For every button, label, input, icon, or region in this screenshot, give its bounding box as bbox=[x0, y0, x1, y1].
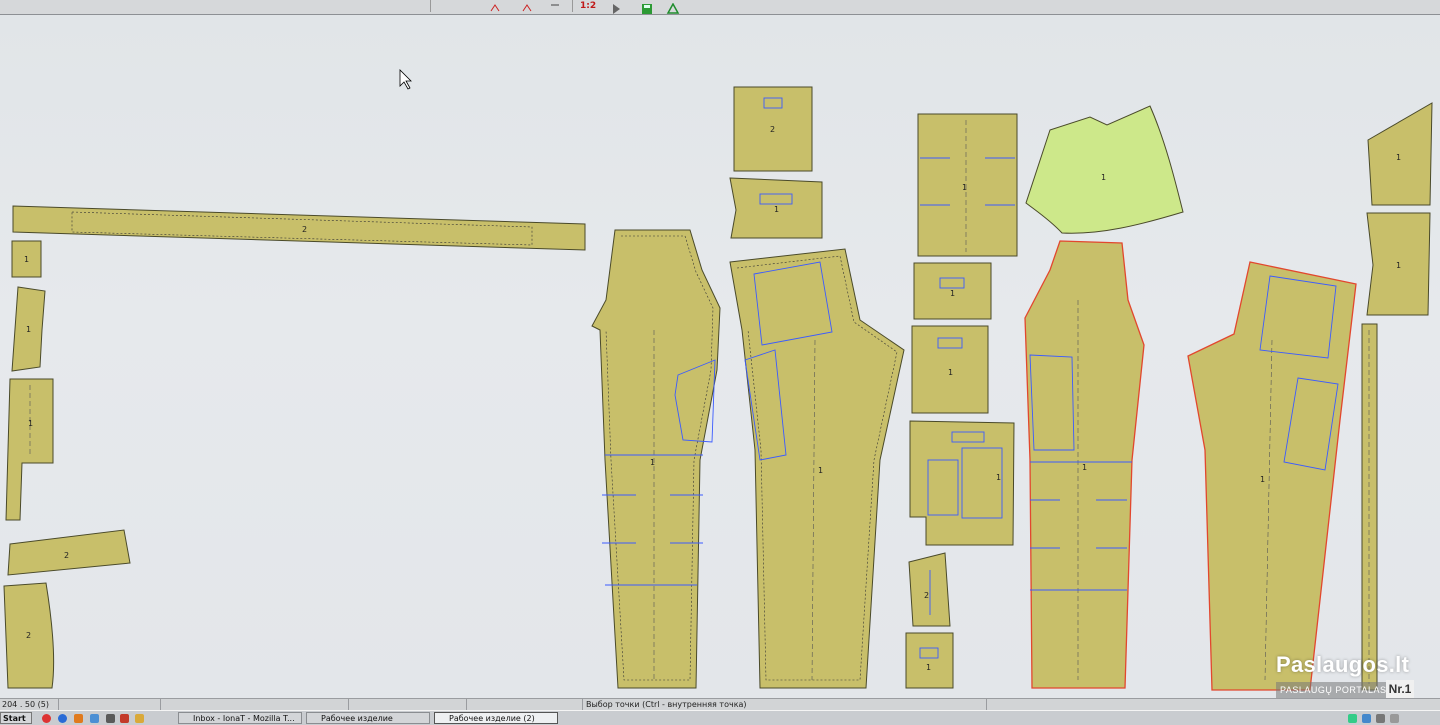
watermark: Paslaugos.lt PASLAUGŲ PORTALAS Nr.1 bbox=[1276, 652, 1416, 700]
svg-text:1: 1 bbox=[962, 183, 967, 192]
pattern-piece-belt-loop[interactable]: 2 bbox=[7, 529, 131, 576]
mouse-cursor-icon bbox=[399, 69, 412, 90]
screen: 1:2 .p { fill:#c8bf6a; stroke:#4a4a2a; s… bbox=[0, 0, 1440, 725]
play-icon[interactable] bbox=[610, 0, 622, 14]
svg-text:1: 1 bbox=[1260, 475, 1265, 484]
svg-text:1: 1 bbox=[926, 663, 931, 672]
pattern-piece-back-right[interactable]: 1 bbox=[1187, 261, 1357, 691]
svg-text:1: 1 bbox=[1101, 173, 1106, 182]
desktop-icon[interactable] bbox=[90, 714, 99, 723]
pattern-piece-waistband[interactable]: 2 bbox=[12, 205, 586, 251]
pattern-piece-mid-2[interactable]: 1 bbox=[911, 325, 989, 414]
tray-icon[interactable] bbox=[1362, 714, 1371, 723]
svg-text:1: 1 bbox=[1082, 463, 1087, 472]
svg-text:1: 1 bbox=[26, 325, 31, 334]
app-icon[interactable] bbox=[135, 714, 144, 723]
svg-text:1: 1 bbox=[28, 419, 33, 428]
toolbar: 1:2 bbox=[0, 0, 1440, 15]
toolbar-separator bbox=[430, 0, 431, 12]
status-coords: 204 . 50 (5) bbox=[0, 699, 59, 710]
status-cell bbox=[58, 699, 161, 710]
svg-text:2: 2 bbox=[26, 631, 31, 640]
task-mozilla[interactable]: Inbox - IonaT - Mozilla T... bbox=[178, 712, 302, 724]
zoom-scale-button[interactable]: 1:2 bbox=[580, 0, 602, 12]
svg-text:1: 1 bbox=[818, 466, 823, 475]
task-work-item[interactable]: Рабочее изделие bbox=[306, 712, 430, 724]
watermark-title: Paslaugos.lt bbox=[1276, 652, 1410, 677]
folder-icon[interactable] bbox=[106, 714, 115, 723]
pattern-piece-back-left[interactable]: 1 bbox=[729, 248, 905, 689]
pattern-piece-front-right[interactable]: 1 bbox=[1024, 240, 1145, 689]
recycle-icon[interactable] bbox=[666, 0, 680, 14]
pattern-piece-pocket-flap-1[interactable]: 2 bbox=[733, 86, 813, 172]
svg-text:1: 1 bbox=[948, 368, 953, 377]
pattern-piece-mid-4[interactable]: 2 bbox=[908, 552, 951, 627]
status-cell bbox=[160, 699, 349, 710]
watermark-badge: Nr.1 bbox=[1386, 680, 1414, 698]
tool-icon[interactable] bbox=[548, 0, 562, 12]
save-icon[interactable] bbox=[640, 0, 654, 14]
pattern-piece-pocket-flap-2[interactable]: 1 bbox=[729, 177, 823, 239]
pattern-piece-mid-1[interactable]: 1 bbox=[913, 262, 992, 320]
tray-icon[interactable] bbox=[1348, 714, 1357, 723]
svg-text:2: 2 bbox=[770, 125, 775, 134]
svg-text:2: 2 bbox=[302, 225, 307, 234]
pattern-piece-fly-extension[interactable]: 1 bbox=[5, 378, 54, 521]
svg-text:2: 2 bbox=[924, 591, 929, 600]
svg-text:1: 1 bbox=[774, 205, 779, 214]
svg-text:1: 1 bbox=[650, 458, 655, 467]
watermark-subtitle: PASLAUGŲ PORTALAS bbox=[1276, 682, 1391, 698]
pattern-piece-yoke[interactable]: 1 bbox=[917, 113, 1018, 257]
pattern-piece-selected[interactable]: 1 bbox=[1025, 105, 1184, 234]
tray-icon[interactable] bbox=[1390, 714, 1399, 723]
pattern-piece-right-1[interactable]: 1 bbox=[1367, 102, 1433, 206]
pattern-canvas[interactable]: .p { fill:#c8bf6a; stroke:#4a4a2a; strok… bbox=[0, 15, 1440, 698]
app-icon[interactable] bbox=[120, 714, 129, 723]
pattern-piece-front-left[interactable]: 1 bbox=[591, 229, 721, 689]
pattern-piece-small-square[interactable]: 1 bbox=[11, 240, 42, 278]
pattern-piece-mid-3[interactable]: 1 bbox=[909, 420, 1015, 546]
tray-icon[interactable] bbox=[1376, 714, 1385, 723]
start-button[interactable]: Start bbox=[0, 712, 32, 724]
status-cell bbox=[352, 699, 467, 710]
taskbar: Start Inbox - IonaT - Mozilla T... Рабоч… bbox=[0, 710, 1440, 725]
svg-text:1: 1 bbox=[1396, 261, 1401, 270]
svg-text:1: 1 bbox=[1396, 153, 1401, 162]
svg-text:1: 1 bbox=[996, 473, 1001, 482]
pattern-drawing[interactable]: .p { fill:#c8bf6a; stroke:#4a4a2a; strok… bbox=[0, 15, 1440, 698]
pattern-piece-right-2[interactable]: 1 bbox=[1366, 212, 1431, 316]
status-cell bbox=[470, 699, 583, 710]
browser-icon[interactable] bbox=[42, 714, 51, 723]
status-hint: Выбор точки (Ctrl - внутренняя точка) bbox=[584, 699, 987, 710]
pattern-piece-mid-5[interactable]: 1 bbox=[905, 632, 954, 689]
svg-text:1: 1 bbox=[950, 289, 955, 298]
tool-icon[interactable] bbox=[520, 0, 534, 12]
pattern-piece-pocket-bag[interactable]: 2 bbox=[3, 582, 55, 689]
pattern-piece-curved-facing[interactable]: 1 bbox=[11, 286, 46, 372]
pattern-piece-right-strip[interactable] bbox=[1361, 323, 1378, 691]
tool-icon[interactable] bbox=[488, 0, 502, 12]
toolbar-separator bbox=[572, 0, 573, 12]
svg-text:2: 2 bbox=[64, 551, 69, 560]
svg-text:1: 1 bbox=[24, 255, 29, 264]
task-work-item-2[interactable]: Рабочее изделие (2) bbox=[434, 712, 558, 724]
mail-icon[interactable] bbox=[74, 714, 83, 723]
ie-icon[interactable] bbox=[58, 714, 67, 723]
